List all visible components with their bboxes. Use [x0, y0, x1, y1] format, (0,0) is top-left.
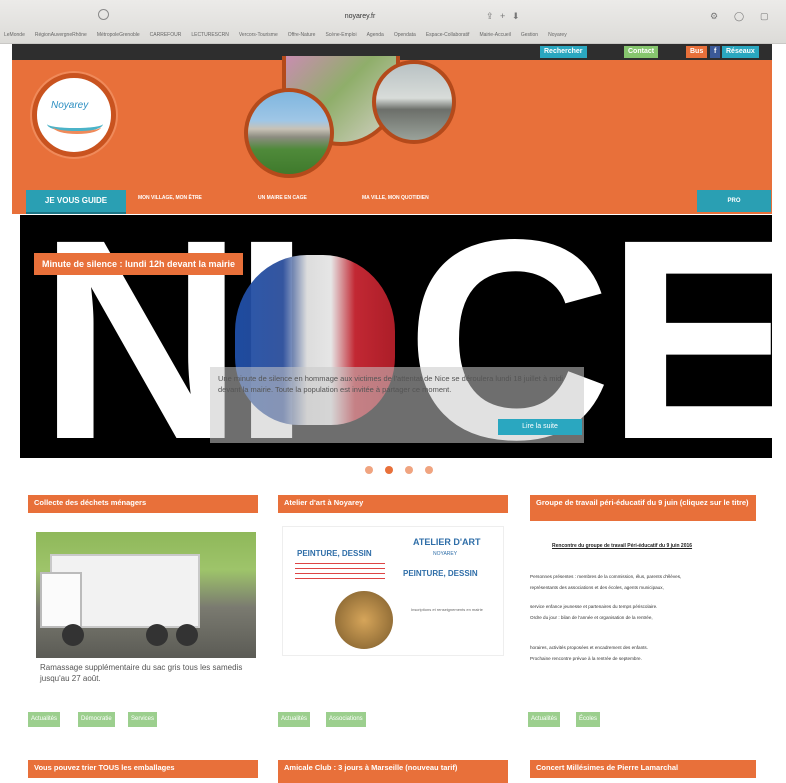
bookmark-item[interactable]: Scène-Emploi [325, 32, 356, 38]
bus-button[interactable]: Bus [686, 46, 708, 58]
card-text-collecte: Ramassage supplémentaire du sac gris tou… [40, 663, 243, 683]
card-line: service enfance jeunesse et partenaires … [530, 604, 658, 609]
add-bookmark-icon[interactable]: + [500, 11, 505, 21]
slider-dot[interactable] [425, 466, 433, 474]
truck-wheel [146, 624, 168, 646]
bookmark-item[interactable]: Agenda [367, 32, 384, 38]
poster-title: ATELIER D'ART [413, 537, 481, 547]
bookmark-item[interactable]: Noyarey [548, 32, 567, 38]
slider-caption[interactable]: Minute de silence : lundi 12h devant la … [34, 253, 244, 275]
card-line: représentants des associations et des éc… [530, 585, 664, 590]
truck-wheel [62, 624, 84, 646]
bookmark-item[interactable]: Gestion [521, 32, 538, 38]
address-bar[interactable]: noyarey.fr [270, 10, 450, 24]
bookmark-item[interactable]: CARREFOUR [150, 32, 182, 38]
main-navigation: JE VOUS GUIDE MON VILLAGE, MON ÊTRE UN M… [12, 187, 772, 214]
card-title-collecte[interactable]: Collecte des déchets ménagers [28, 495, 258, 513]
site-header: Noyarey [12, 56, 772, 192]
slider-dot[interactable] [385, 466, 393, 474]
slider-letter-e: E [606, 215, 772, 458]
card-line: Ordre du jour : bilan de l'année et orga… [530, 615, 653, 620]
card-line: Prochaine rencontre prévue à la rentrée … [530, 656, 642, 661]
poster-line-left: PEINTURE, DESSIN [297, 549, 372, 558]
card-line: Personnes présentes : membres de la comm… [530, 574, 682, 579]
browser-window: noyarey.fr ⇪ + ⬇ ⚙ ◯ ▢ LeMonde RégionAuve… [0, 0, 786, 783]
card-line: horaires, activités proposées et encadre… [530, 645, 648, 650]
nav-item-mairie[interactable]: UN MAIRE EN CAGE [258, 195, 307, 201]
share-icon[interactable]: ⇪ [486, 11, 494, 22]
bookmark-item[interactable]: LECTURESCRN [191, 32, 229, 38]
browser-toolbar: noyarey.fr ⇪ + ⬇ ⚙ ◯ ▢ LeMonde RégionAuve… [0, 0, 786, 44]
poster-text-block [295, 563, 385, 583]
slider-dot[interactable] [405, 466, 413, 474]
extension-icon[interactable]: ◯ [734, 11, 744, 22]
bookmarks-bar: LeMonde RégionAuvergneRhône MétropoleGreno… [0, 28, 786, 42]
tag-democratie[interactable]: Démocratie [78, 712, 115, 727]
truck-cab [40, 572, 82, 628]
bookmark-item[interactable]: LeMonde [4, 32, 25, 38]
bookmark-item[interactable]: RégionAuvergneRhône [35, 32, 87, 38]
garbage-truck-image [36, 532, 256, 658]
guide-button[interactable]: JE VOUS GUIDE [26, 190, 126, 212]
logo-text: Noyarey [51, 100, 89, 111]
bookmark-item[interactable]: MétropoleGrenoble [97, 32, 140, 38]
slider-pagination [365, 464, 435, 476]
contact-button[interactable]: Contact [624, 46, 659, 58]
card-title-concert[interactable]: Concert Millésimes de Pierre Lamarchal [530, 760, 756, 778]
bookmark-item[interactable]: Mairie-Accueil [479, 32, 510, 38]
card-title-amicale[interactable]: Amicale Club : 3 jours à Marseille (nouv… [278, 760, 508, 783]
tag-associations[interactable]: Associations [326, 712, 366, 727]
reload-icon[interactable] [98, 9, 109, 20]
downloads-icon[interactable]: ⬇ [512, 11, 520, 22]
read-more-button[interactable]: Lire la suite [498, 419, 582, 435]
tabs-icon[interactable]: ▢ [760, 11, 769, 22]
poster-photo [335, 591, 393, 649]
tag-actualites[interactable]: Actualités [28, 712, 61, 727]
tag-services[interactable]: Services [128, 712, 158, 727]
card-title-emballages[interactable]: Vous pouvez trier TOUS les emballages [28, 760, 258, 778]
tag-ecoles[interactable]: Écoles [576, 712, 601, 727]
pro-button[interactable]: PRO [697, 190, 771, 212]
logo-wave-accent [53, 120, 101, 134]
slider-dot[interactable] [365, 466, 373, 474]
poster-small-text: Inscriptions et renseignements en mairie [411, 607, 483, 612]
bookmark-item[interactable]: Vercors-Tourisme [239, 32, 278, 38]
mountain-photo [244, 88, 334, 178]
atelier-poster: ATELIER D'ART NOYAREY PEINTURE, DESSIN P… [282, 526, 504, 656]
nav-item-quotidien[interactable]: MA VILLE, MON QUOTIDIEN [362, 195, 429, 201]
card-title-groupe[interactable]: Groupe de travail péri-éducatif du 9 jui… [530, 495, 756, 521]
tag-actualites[interactable]: Actualités [528, 712, 561, 727]
hero-slider[interactable]: N I C E Minute de silence : lundi 12h de… [20, 215, 772, 458]
truck-wheel [176, 624, 198, 646]
networks-button[interactable]: Réseaux [722, 46, 759, 58]
card-title-atelier[interactable]: Atelier d'art à Noyarey [278, 495, 508, 513]
bus-photo [372, 60, 456, 144]
bookmark-item[interactable]: Offre-Nature [288, 32, 316, 38]
site-logo[interactable]: Noyarey [32, 73, 116, 157]
card-heading-groupe[interactable]: Rencontre du groupe de travail Péri-éduc… [552, 543, 692, 549]
search-button[interactable]: Rechercher [540, 46, 587, 58]
poster-subtitle: NOYAREY [433, 551, 458, 557]
bookmark-item[interactable]: Opendata [394, 32, 416, 38]
nav-item-village[interactable]: MON VILLAGE, MON ÊTRE [138, 195, 202, 201]
facebook-icon[interactable]: f [710, 46, 721, 58]
poster-line-right: PEINTURE, DESSIN [403, 569, 478, 578]
bookmark-item[interactable]: Espace-Collaboratif [426, 32, 470, 38]
settings-icon[interactable]: ⚙ [710, 11, 718, 22]
tag-actualites[interactable]: Actualités [278, 712, 311, 727]
